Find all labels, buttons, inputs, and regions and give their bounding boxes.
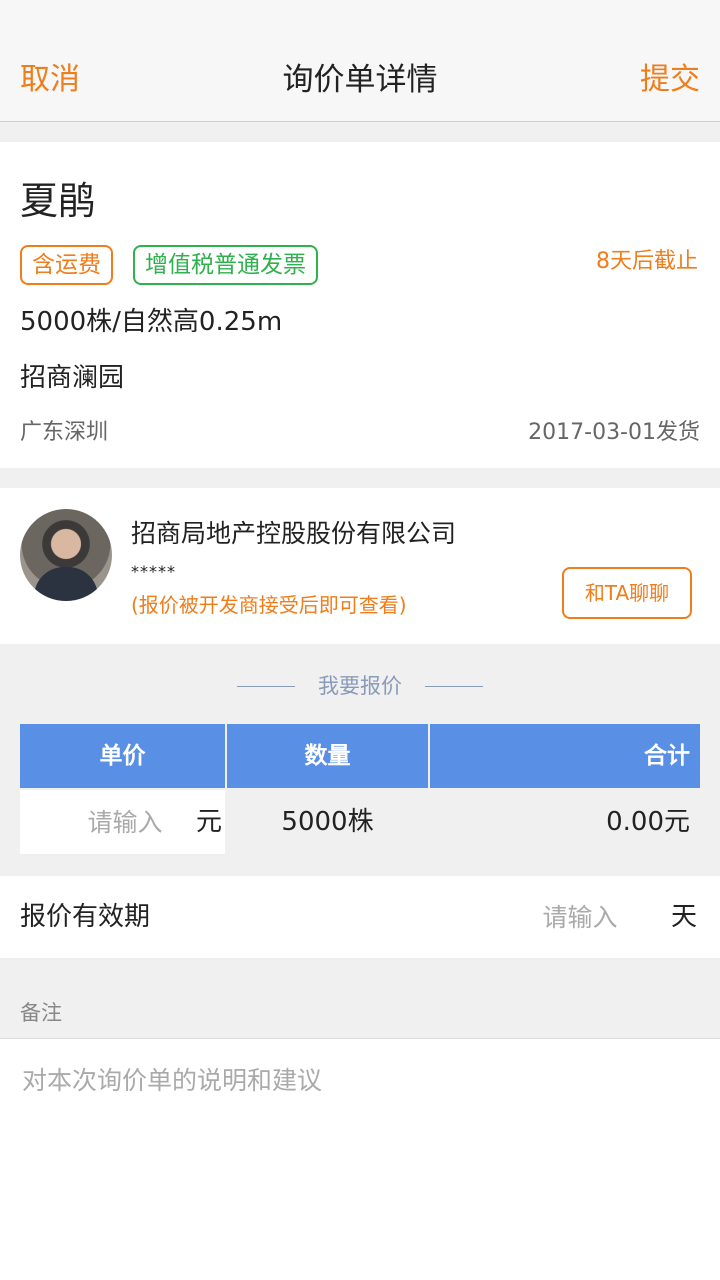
location-text: 广东深圳 xyxy=(20,420,109,445)
avatar xyxy=(20,509,112,601)
price-unit: 元 xyxy=(196,807,223,837)
contact-note: (报价被开发商接受后即可查看) xyxy=(131,593,407,617)
buyer-name: 夏鹃 xyxy=(20,179,97,223)
spec-text: 5000株/自然高0.25m xyxy=(20,307,283,337)
total-header: 合计 xyxy=(430,724,700,788)
developer-card: 招商局地产控股股份有限公司 ***** (报价被开发商接受后即可查看) 和TA聊… xyxy=(0,488,720,644)
validity-unit: 天 xyxy=(671,902,698,932)
freight-tag: 含运费 xyxy=(20,245,113,285)
avatar-figure xyxy=(34,567,98,601)
unit-price-header: 单价 xyxy=(20,724,225,788)
project-name: 招商澜园 xyxy=(20,363,125,393)
chat-button[interactable]: 和TA聊聊 xyxy=(562,567,692,619)
divider-right xyxy=(425,686,483,687)
validity-row: 报价有效期 天 xyxy=(0,876,720,958)
total-value: 0.00元 xyxy=(430,790,700,854)
quote-section-header: 我要报价 xyxy=(0,666,720,706)
invoice-tag: 增值税普通发票 xyxy=(133,245,318,285)
remark-area xyxy=(0,1038,720,1280)
remark-input[interactable] xyxy=(22,1061,698,1261)
ship-date-text: 2017-03-01发货 xyxy=(528,420,700,445)
quantity-value: 5000株 xyxy=(227,790,428,854)
nav-bar: 取消 询价单详情 提交 xyxy=(0,0,720,122)
unit-price-cell: 元 xyxy=(20,790,225,854)
unit-price-input[interactable] xyxy=(60,804,190,840)
remark-label: 备注 xyxy=(20,1001,62,1025)
validity-label: 报价有效期 xyxy=(20,902,151,932)
masked-contact: ***** xyxy=(131,562,176,581)
quote-table: 单价 数量 合计 元 5000株 0.00元 xyxy=(20,724,700,854)
company-name: 招商局地产控股股份有限公司 xyxy=(131,519,457,548)
submit-button[interactable]: 提交 xyxy=(640,58,700,102)
quote-section-title: 我要报价 xyxy=(318,674,402,698)
validity-input[interactable] xyxy=(520,896,640,938)
inquiry-card: 夏鹃 含运费 增值税普通发票 8天后截止 5000株/自然高0.25m 招商澜园… xyxy=(0,142,720,468)
page-title: 询价单详情 xyxy=(282,62,438,98)
quantity-header: 数量 xyxy=(227,724,428,788)
deadline-text: 8天后截止 xyxy=(596,249,698,274)
